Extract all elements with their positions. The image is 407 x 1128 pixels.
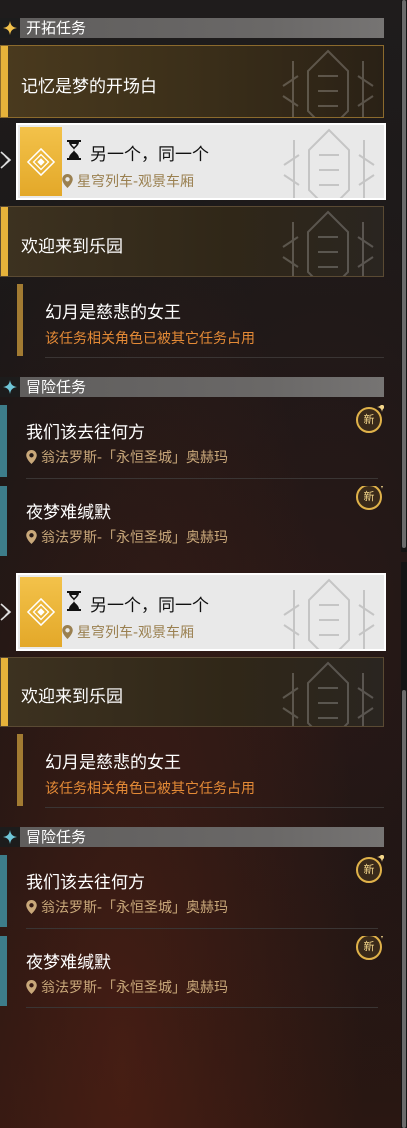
location-pin-icon bbox=[62, 174, 73, 188]
location-text: 翁法罗斯-「永恒圣城」奥赫玛 bbox=[41, 530, 229, 546]
mission-title: 欢迎来到乐园 bbox=[21, 237, 123, 257]
badge-text: 新 bbox=[363, 490, 375, 503]
scrollbar-thumb[interactable] bbox=[402, 0, 406, 548]
mission-accent-bar bbox=[0, 855, 7, 927]
emblem-icon bbox=[274, 575, 384, 651]
trailblaze-icon bbox=[0, 18, 20, 38]
mission-title: 夜梦难缄默 bbox=[26, 953, 111, 973]
mission-title: 幻月是慈悲的女王 bbox=[45, 753, 181, 773]
mission-accent-bar bbox=[17, 734, 23, 806]
game-mission-screen: { "colors": { "gold": "#e6b23a", "teal":… bbox=[0, 0, 407, 1128]
sparkle-icon bbox=[377, 855, 384, 862]
mission-type-diamond-icon bbox=[20, 577, 62, 647]
emblem-icon bbox=[273, 658, 383, 727]
mission-item-welcome[interactable]: 欢迎来到乐园 bbox=[0, 657, 384, 727]
mission-warning: 该任务相关角色已被其它任务占用 bbox=[45, 781, 255, 797]
mission-location: 星穹列车-观景车厢 bbox=[62, 171, 194, 191]
sparkle-icon bbox=[377, 486, 384, 489]
divider bbox=[45, 807, 384, 808]
divider bbox=[26, 928, 378, 929]
mission-location: 星穹列车-观景车厢 bbox=[62, 622, 194, 642]
emblem-icon bbox=[274, 125, 384, 200]
divider bbox=[26, 478, 378, 479]
location-pin-icon bbox=[26, 450, 37, 464]
location-text: 翁法罗斯-「永恒圣城」奥赫玛 bbox=[41, 900, 229, 916]
category-header-trailblaze[interactable]: 开拓任务 bbox=[0, 18, 384, 38]
category-header-adventure[interactable]: 冒险任务 bbox=[0, 827, 384, 847]
mission-accent-bar bbox=[0, 405, 7, 477]
mission-title: 另一个，同一个 bbox=[90, 596, 209, 616]
scrollbar-track[interactable] bbox=[401, 562, 407, 1128]
mission-title: 欢迎来到乐园 bbox=[21, 687, 123, 707]
location-pin-icon bbox=[62, 625, 73, 639]
emblem-icon bbox=[273, 207, 383, 277]
location-pin-icon bbox=[26, 980, 37, 994]
location-pin-icon bbox=[26, 900, 37, 914]
mission-title: 另一个，同一个 bbox=[90, 145, 209, 165]
category-title: 冒险任务 bbox=[26, 828, 87, 846]
mission-warning: 该任务相关角色已被其它任务占用 bbox=[45, 331, 255, 347]
badge-text: 新 bbox=[363, 940, 375, 953]
category-title: 冒险任务 bbox=[26, 378, 87, 396]
category-header-adventure[interactable]: 冒险任务 bbox=[0, 377, 384, 397]
mission-item-welcome[interactable]: 欢迎来到乐园 bbox=[0, 206, 384, 277]
mission-accent-bar bbox=[1, 207, 8, 276]
selection-arrow-icon bbox=[0, 602, 14, 622]
mission-item-where[interactable]: 我们该去往何方 翁法罗斯-「永恒圣城」奥赫玛 新 bbox=[0, 405, 384, 477]
scrollbar-track[interactable] bbox=[401, 0, 407, 552]
location-text: 星穹列车-观景车厢 bbox=[77, 174, 195, 190]
mission-item-where[interactable]: 我们该去往何方 翁法罗斯-「永恒圣城」奥赫玛 新 bbox=[0, 855, 384, 927]
hourglass-icon bbox=[66, 139, 82, 161]
location-pin-icon bbox=[26, 530, 37, 544]
new-badge: 新 bbox=[356, 407, 382, 433]
mission-location: 翁法罗斯-「永恒圣城」奥赫玛 bbox=[26, 897, 228, 917]
divider bbox=[45, 357, 384, 358]
sparkle-icon bbox=[377, 405, 384, 412]
new-badge: 新 bbox=[356, 486, 382, 510]
selection-arrow-icon bbox=[0, 150, 14, 170]
mission-title: 我们该去往何方 bbox=[26, 873, 145, 893]
mission-title: 幻月是慈悲的女王 bbox=[45, 303, 181, 323]
mission-item-nightmare[interactable]: 夜梦难缄默 翁法罗斯-「永恒圣城」奥赫玛 新 bbox=[0, 486, 384, 556]
mission-item-another-selected[interactable]: 另一个，同一个 星穹列车-观景车厢 bbox=[16, 123, 386, 200]
adventure-icon bbox=[0, 827, 20, 847]
mission-item-queen[interactable]: 幻月是慈悲的女王 该任务相关角色已被其它任务占用 bbox=[17, 284, 384, 356]
mission-item-nightmare[interactable]: 夜梦难缄默 翁法罗斯-「永恒圣城」奥赫玛 新 bbox=[0, 936, 384, 1006]
mission-location: 翁法罗斯-「永恒圣城」奥赫玛 bbox=[26, 527, 228, 547]
mission-list-panel: 开拓任务 记忆是梦的开场白 另一个，同一个 星穹列车-观景车厢 欢迎来到乐园 幻… bbox=[0, 0, 407, 562]
mission-title: 记忆是梦的开场白 bbox=[21, 77, 157, 97]
location-text: 翁法罗斯-「永恒圣城」奥赫玛 bbox=[41, 980, 229, 996]
mission-title: 夜梦难缄默 bbox=[26, 503, 111, 523]
location-text: 星穹列车-观景车厢 bbox=[77, 625, 195, 641]
mission-item-another-selected[interactable]: 另一个，同一个 星穹列车-观景车厢 bbox=[16, 573, 386, 651]
adventure-icon bbox=[0, 377, 20, 397]
scrollbar-thumb[interactable] bbox=[402, 690, 406, 1128]
mission-list-panel-scrolled: 另一个，同一个 星穹列车-观景车厢 欢迎来到乐园 幻月是慈悲的女王 该任务相关角… bbox=[0, 562, 407, 1128]
mission-item-memory[interactable]: 记忆是梦的开场白 bbox=[0, 45, 384, 118]
new-badge: 新 bbox=[356, 936, 382, 960]
mission-accent-bar bbox=[0, 486, 7, 556]
hourglass-icon bbox=[66, 590, 82, 612]
location-text: 翁法罗斯-「永恒圣城」奥赫玛 bbox=[41, 450, 229, 466]
mission-accent-bar bbox=[17, 284, 23, 356]
mission-location: 翁法罗斯-「永恒圣城」奥赫玛 bbox=[26, 977, 228, 997]
category-title: 开拓任务 bbox=[26, 19, 87, 37]
mission-accent-bar bbox=[1, 658, 8, 726]
mission-location: 翁法罗斯-「永恒圣城」奥赫玛 bbox=[26, 447, 228, 467]
mission-item-queen[interactable]: 幻月是慈悲的女王 该任务相关角色已被其它任务占用 bbox=[17, 734, 384, 806]
new-badge: 新 bbox=[356, 857, 382, 883]
sparkle-icon bbox=[377, 936, 384, 939]
mission-accent-bar bbox=[0, 936, 7, 1006]
mission-title: 我们该去往何方 bbox=[26, 423, 145, 443]
mission-type-diamond-icon bbox=[20, 127, 62, 196]
emblem-icon bbox=[273, 46, 383, 118]
mission-accent-bar bbox=[1, 46, 8, 117]
divider bbox=[26, 1007, 378, 1008]
